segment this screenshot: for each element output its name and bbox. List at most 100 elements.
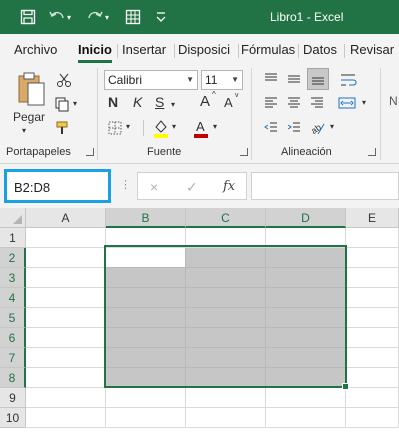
font-color-dropdown-icon[interactable]: ▾ xyxy=(213,122,217,131)
cell-c8[interactable] xyxy=(186,368,266,388)
save-icon[interactable] xyxy=(20,8,36,26)
splitter-handle-icon[interactable]: ⋮ xyxy=(120,178,131,191)
borders-icon[interactable] xyxy=(106,119,124,137)
row-header-9[interactable]: 9 xyxy=(0,388,26,408)
column-header-e[interactable]: E xyxy=(346,208,399,228)
align-bottom-icon[interactable] xyxy=(307,68,329,90)
orientation-icon[interactable]: ab xyxy=(308,118,328,138)
row-header-3[interactable]: 3 xyxy=(0,268,26,288)
cell-c9[interactable] xyxy=(186,388,266,408)
paste-dropdown-icon[interactable]: ▾ xyxy=(22,126,26,135)
undo-icon[interactable] xyxy=(48,8,66,26)
cell-e2[interactable] xyxy=(346,248,399,268)
row-header-8[interactable]: 8 xyxy=(0,368,26,388)
fill-color-dropdown-icon[interactable]: ▾ xyxy=(172,122,176,131)
increase-indent-icon[interactable] xyxy=(285,119,303,137)
enter-icon[interactable]: ✓ xyxy=(186,179,198,196)
bold-button[interactable]: N xyxy=(108,94,118,110)
row-header-4[interactable]: 4 xyxy=(0,288,26,308)
name-box[interactable]: B2:D8 xyxy=(11,175,110,201)
cell-e10[interactable] xyxy=(346,408,399,428)
cell-d10[interactable] xyxy=(266,408,346,428)
grow-font-button[interactable]: A xyxy=(200,93,210,110)
cell-d2[interactable] xyxy=(266,248,346,268)
column-header-b[interactable]: B xyxy=(106,208,186,228)
fill-color-icon[interactable] xyxy=(152,117,170,139)
cell-c4[interactable] xyxy=(186,288,266,308)
cell-e4[interactable] xyxy=(346,288,399,308)
cell-b10[interactable] xyxy=(106,408,186,428)
tab-inicio[interactable]: Inicio xyxy=(78,42,112,63)
cell-c6[interactable] xyxy=(186,328,266,348)
cell-a7[interactable] xyxy=(26,348,106,368)
copy-dropdown-icon[interactable]: ▾ xyxy=(73,99,77,108)
cell-b4[interactable] xyxy=(106,288,186,308)
cell-e3[interactable] xyxy=(346,268,399,288)
cell-c7[interactable] xyxy=(186,348,266,368)
wrap-text-icon[interactable] xyxy=(338,70,360,90)
shrink-font-button[interactable]: A xyxy=(224,95,233,110)
cell-c1[interactable] xyxy=(186,228,266,248)
cell-a10[interactable] xyxy=(26,408,106,428)
font-launcher-icon[interactable] xyxy=(240,148,248,156)
customize-quick-access-icon[interactable] xyxy=(155,8,167,26)
cell-d4[interactable] xyxy=(266,288,346,308)
tab-revisar[interactable]: Revisar xyxy=(350,42,394,62)
row-header-5[interactable]: 5 xyxy=(0,308,26,328)
cell-c10[interactable] xyxy=(186,408,266,428)
copy-icon[interactable] xyxy=(52,94,72,114)
row-header-10[interactable]: 10 xyxy=(0,408,26,428)
cell-c3[interactable] xyxy=(186,268,266,288)
cell-d5[interactable] xyxy=(266,308,346,328)
cell-a3[interactable] xyxy=(26,268,106,288)
cell-c5[interactable] xyxy=(186,308,266,328)
decrease-indent-icon[interactable] xyxy=(262,119,280,137)
cell-a9[interactable] xyxy=(26,388,106,408)
number-group-overflow-icon[interactable]: N xyxy=(389,94,398,108)
tab-disposicion[interactable]: Disposici xyxy=(178,42,236,62)
cell-d7[interactable] xyxy=(266,348,346,368)
align-top-icon[interactable] xyxy=(262,70,280,88)
orientation-dropdown-icon[interactable]: ▾ xyxy=(330,122,334,131)
paste-icon[interactable] xyxy=(14,70,48,108)
cell-e8[interactable] xyxy=(346,368,399,388)
cell-b1[interactable] xyxy=(106,228,186,248)
tab-archivo[interactable]: Archivo xyxy=(14,42,57,62)
format-painter-icon[interactable] xyxy=(52,118,72,138)
redo-dropdown-icon[interactable]: ▾ xyxy=(105,8,109,26)
cell-d8[interactable] xyxy=(266,368,346,388)
row-header-2[interactable]: 2 xyxy=(0,248,26,268)
cell-b7[interactable] xyxy=(106,348,186,368)
redo-icon[interactable] xyxy=(86,8,104,26)
underline-button[interactable]: S xyxy=(155,94,164,110)
cell-e9[interactable] xyxy=(346,388,399,408)
cell-a4[interactable] xyxy=(26,288,106,308)
align-center-icon[interactable] xyxy=(285,94,303,112)
select-all-button[interactable] xyxy=(0,208,26,228)
column-header-a[interactable]: A xyxy=(26,208,106,228)
cell-a6[interactable] xyxy=(26,328,106,348)
cut-icon[interactable] xyxy=(54,70,74,90)
row-header-1[interactable]: 1 xyxy=(0,228,26,248)
paste-button[interactable]: Pegar xyxy=(13,110,45,124)
cell-b6[interactable] xyxy=(106,328,186,348)
cell-e1[interactable] xyxy=(346,228,399,248)
cell-d3[interactable] xyxy=(266,268,346,288)
cell-c2[interactable] xyxy=(186,248,266,268)
cell-a5[interactable] xyxy=(26,308,106,328)
underline-dropdown-icon[interactable]: ▾ xyxy=(171,100,175,109)
font-name-select[interactable]: Calibri ▼ xyxy=(104,70,198,90)
merge-center-icon[interactable] xyxy=(336,94,358,112)
align-middle-icon[interactable] xyxy=(285,70,303,88)
column-header-c[interactable]: C xyxy=(186,208,266,228)
cell-e5[interactable] xyxy=(346,308,399,328)
cell-b9[interactable] xyxy=(106,388,186,408)
align-left-icon[interactable] xyxy=(262,94,280,112)
cancel-icon[interactable]: × xyxy=(150,179,158,195)
undo-dropdown-icon[interactable]: ▾ xyxy=(67,8,71,26)
cell-b5[interactable] xyxy=(106,308,186,328)
cell-e7[interactable] xyxy=(346,348,399,368)
column-header-d[interactable]: D xyxy=(266,208,346,228)
align-right-icon[interactable] xyxy=(308,94,326,112)
insert-function-button[interactable]: fx xyxy=(223,179,235,194)
